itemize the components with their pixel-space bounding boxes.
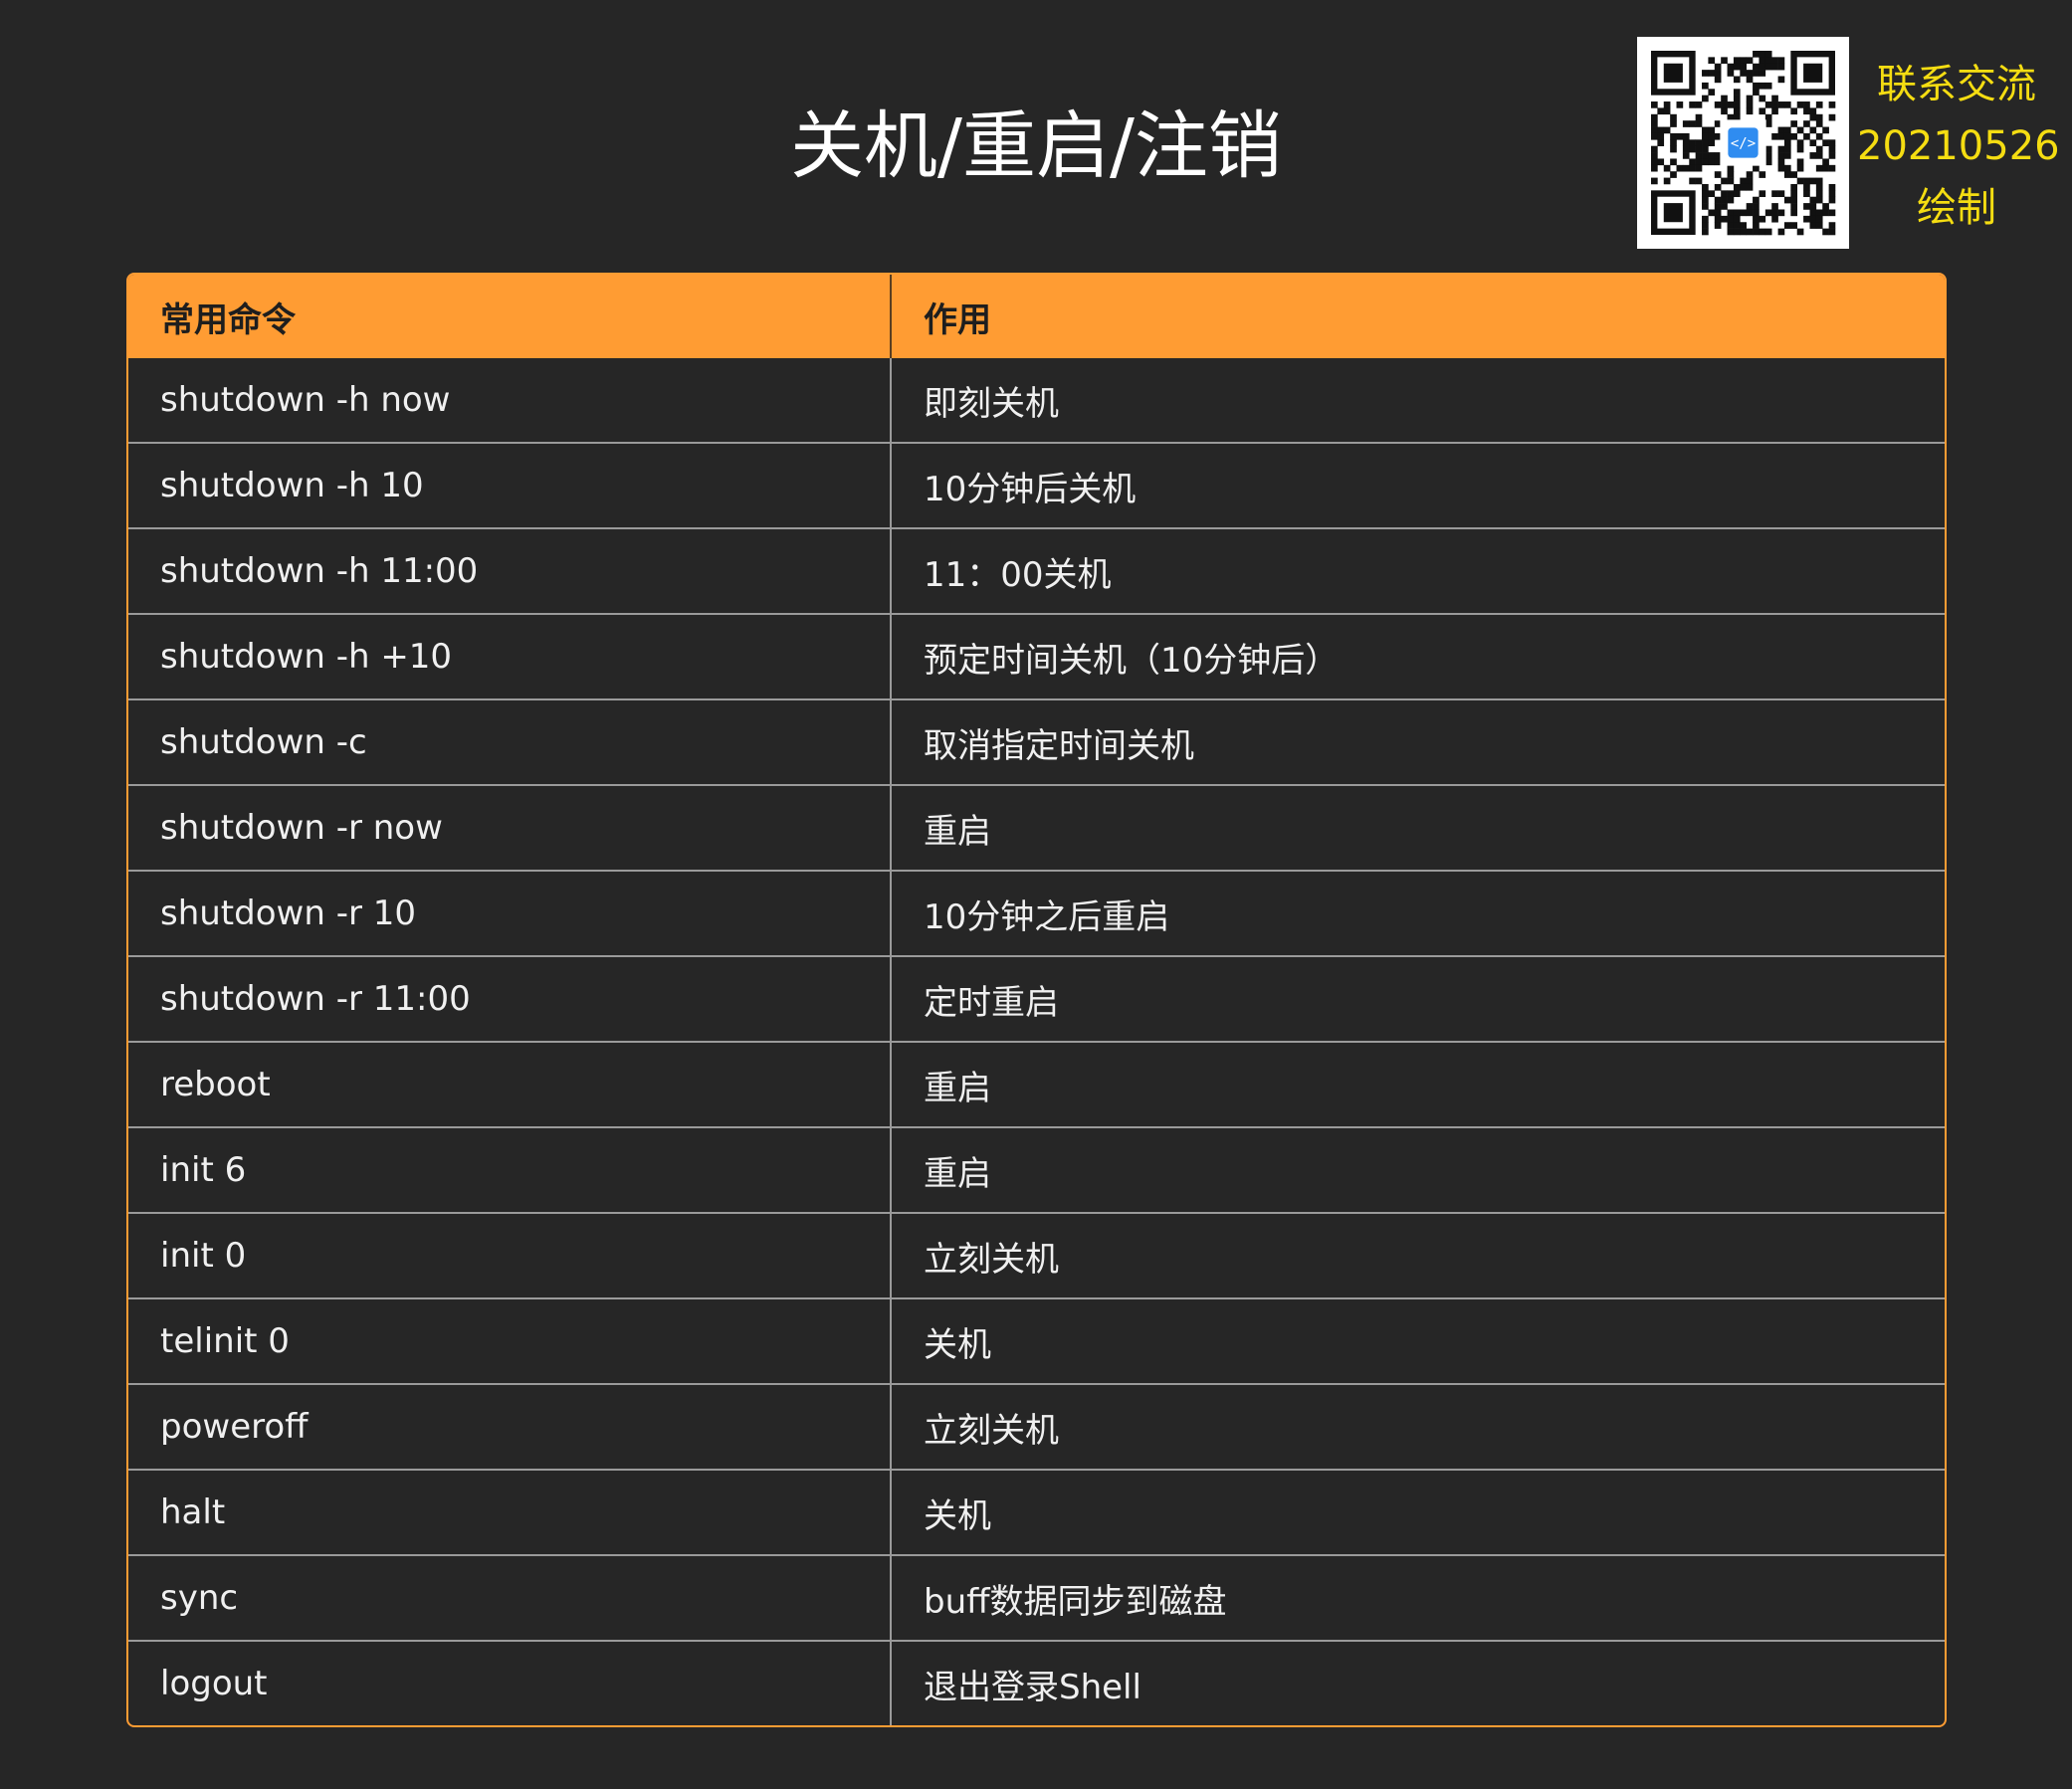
purpose-cell: 即刻关机 [890,358,1945,443]
table-row: telinit 0 关机 [128,1297,1945,1384]
purpose-cell: 预定时间关机（10分钟后） [890,613,1945,699]
table-row: shutdown -c 取消指定时间关机 [128,698,1945,785]
table-row: shutdown -h 11:00 11：00关机 [128,527,1945,614]
contact-date: 20210526 [1857,123,2060,169]
command-cell: init 0 [128,1212,891,1298]
command-cell: reboot [128,1041,891,1127]
purpose-cell: 退出登录Shell [890,1640,1945,1725]
purpose-cell: 10分钟之后重启 [890,870,1945,956]
command-cell: shutdown -h 10 [128,442,891,528]
purpose-cell: 11：00关机 [890,527,1945,614]
table-row: shutdown -h 10 10分钟后关机 [128,442,1945,528]
svg-text:</>: </> [1731,136,1756,152]
header-purpose: 作用 [890,275,1945,358]
command-cell: halt [128,1469,891,1555]
qr-code-icon: </> [1637,37,1849,249]
table-row: logout 退出登录Shell [128,1640,1945,1725]
table-header-row: 常用命令 作用 [128,275,1945,358]
table-row: reboot 重启 [128,1041,1945,1127]
table-body: shutdown -h now 即刻关机 shutdown -h 10 10分钟后关机… [128,358,1945,1725]
table-row: shutdown -r 10 10分钟之后重启 [128,870,1945,956]
table-row: shutdown -r now 重启 [128,784,1945,871]
command-cell: shutdown -h 11:00 [128,527,891,614]
purpose-cell: 重启 [890,1126,1945,1213]
purpose-cell: 立刻关机 [890,1212,1945,1298]
command-cell: sync [128,1554,891,1641]
purpose-cell: 关机 [890,1297,1945,1384]
command-cell: shutdown -r now [128,784,891,871]
command-cell: shutdown -r 11:00 [128,955,891,1042]
purpose-cell: 关机 [890,1469,1945,1555]
commands-table: 常用命令 作用 shutdown -h now 即刻关机 shutdown -h 1… [126,273,1947,1727]
table-row: init 0 立刻关机 [128,1212,1945,1298]
table-row: init 6 重启 [128,1126,1945,1213]
purpose-cell: 立刻关机 [890,1383,1945,1470]
command-cell: init 6 [128,1126,891,1213]
command-cell: shutdown -r 10 [128,870,891,956]
purpose-cell: 取消指定时间关机 [890,698,1945,785]
purpose-cell: 重启 [890,1041,1945,1127]
command-cell: shutdown -h +10 [128,613,891,699]
table-row: poweroff 立刻关机 [128,1383,1945,1470]
purpose-cell: 10分钟后关机 [890,442,1945,528]
contact-line-3: 绘制 [1917,185,1996,231]
purpose-cell: 重启 [890,784,1945,871]
table-row: halt 关机 [128,1469,1945,1555]
command-cell: logout [128,1640,891,1725]
purpose-cell: 定时重启 [890,955,1945,1042]
command-cell: telinit 0 [128,1297,891,1384]
table-row: shutdown -r 11:00 定时重启 [128,955,1945,1042]
purpose-cell: buff数据同步到磁盘 [890,1554,1945,1641]
command-cell: shutdown -h now [160,380,451,420]
table-row: shutdown -h now 即刻关机 [128,358,1945,443]
contact-line-1: 联系交流 [1877,62,2036,107]
table-row: shutdown -h +10 预定时间关机（10分钟后） [128,613,1945,699]
command-cell: poweroff [128,1383,891,1470]
header-command: 常用命令 [128,275,891,358]
command-cell: shutdown -c [128,698,891,785]
contact-note: 联系交流 20210526 绘制 [1857,54,2060,239]
table-row: sync buff数据同步到磁盘 [128,1554,1945,1641]
